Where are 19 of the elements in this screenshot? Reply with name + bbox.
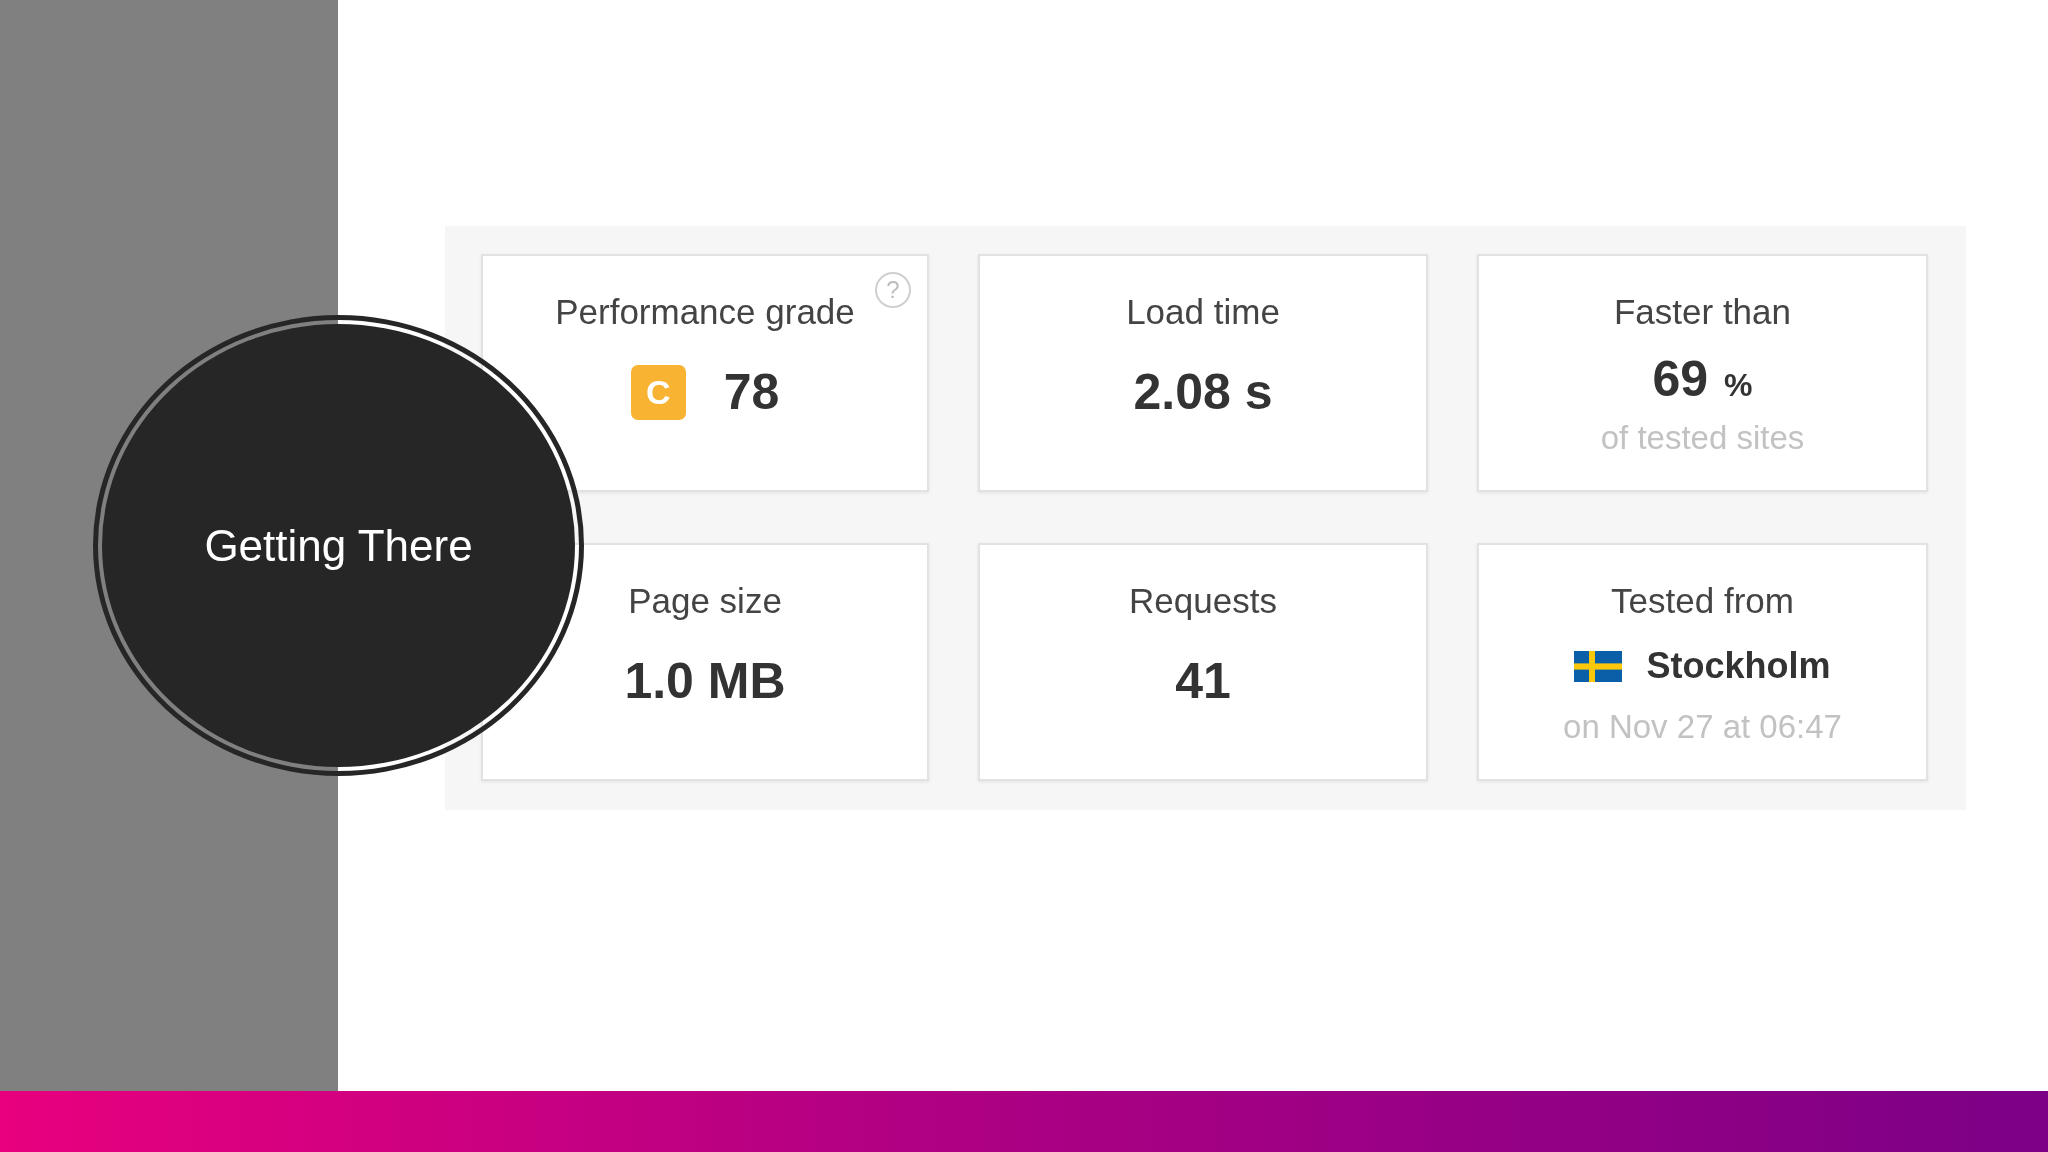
metric-value: 1.0 MB — [624, 652, 786, 711]
unit-label: % — [1724, 367, 1753, 404]
location-name: Stockholm — [1646, 644, 1831, 688]
metric-label: Faster than — [1613, 292, 1791, 332]
metric-value: 69 — [1652, 350, 1709, 409]
metric-value: 2.08 s — [1133, 363, 1273, 422]
slide-title: Getting There — [204, 519, 473, 572]
grade-badge: C — [630, 364, 686, 420]
metric-label: Tested from — [1611, 581, 1794, 621]
metric-note: on Nov 27 at 06:47 — [1563, 707, 1842, 747]
metric-value: 41 — [1175, 652, 1231, 711]
flag-icon — [1574, 650, 1623, 682]
metric-label: Load time — [1126, 292, 1280, 332]
metric-value: 78 — [723, 363, 780, 422]
help-icon[interactable]: ? — [875, 272, 911, 308]
metric-label: Performance grade — [555, 292, 855, 332]
metric-label: Page size — [628, 581, 782, 621]
metric-note: of tested sites — [1600, 418, 1805, 458]
metric-label: Requests — [1129, 581, 1277, 621]
